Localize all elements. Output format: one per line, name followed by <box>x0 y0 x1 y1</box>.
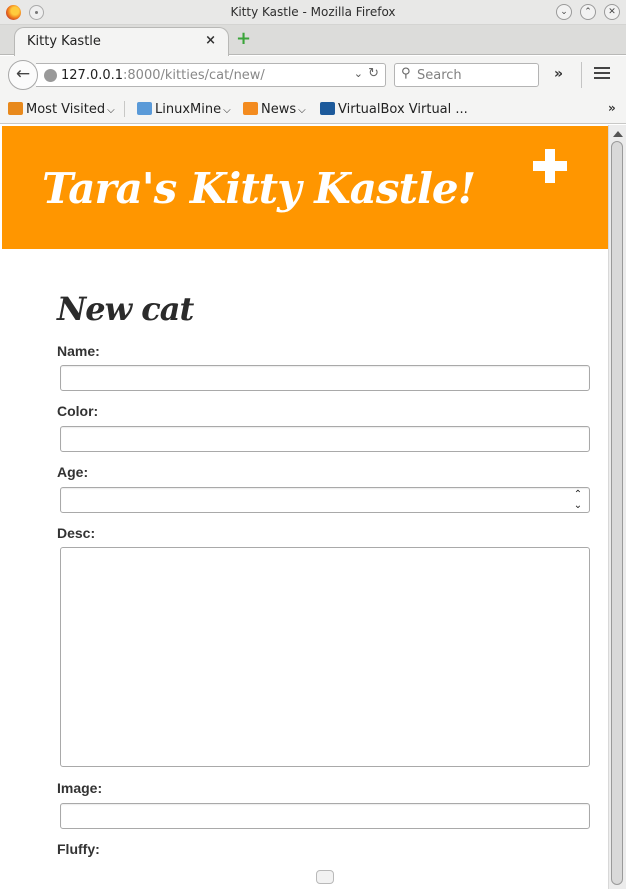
tab-kitty-kastle[interactable]: Kitty Kastle × <box>14 27 229 56</box>
chevron-down-icon: ⌵ <box>223 105 231 116</box>
tab-bar: Kitty Kastle × + <box>0 25 626 56</box>
chevron-down-icon: ⌵ <box>107 105 115 116</box>
bookmark-label: Most Visited <box>26 102 106 117</box>
url-bar[interactable]: 127.0.0.1:8000/kitties/cat/new/ ⌄ ↻ <box>36 63 386 87</box>
image-label: Image: <box>57 780 103 796</box>
url-host: 127.0.0.1 <box>61 68 124 83</box>
bookmark-separator <box>124 101 125 117</box>
search-input[interactable] <box>417 66 532 84</box>
window-titlebar: Kitty Kastle - Mozilla Firefox ⌄ ⌃ ✕ <box>0 0 626 25</box>
age-field-wrapper: ⌃ ⌄ <box>60 487 590 513</box>
fluffy-label: Fluffy: <box>57 841 100 857</box>
scroll-up-icon[interactable] <box>613 131 623 137</box>
back-button[interactable]: ← <box>8 60 38 90</box>
tab-label: Kitty Kastle <box>27 34 101 49</box>
site-identity-icon[interactable] <box>44 69 57 82</box>
url-path: :8000/kitties/cat/new/ <box>123 68 265 83</box>
desc-label: Desc: <box>57 525 96 541</box>
site-title[interactable]: Tara's Kitty Kastle! <box>42 164 476 213</box>
color-field-wrapper <box>60 426 590 452</box>
close-window-icon[interactable]: ✕ <box>604 4 620 20</box>
search-icon[interactable]: ⚲ <box>401 66 411 81</box>
search-bar[interactable]: ⚲ <box>394 63 539 87</box>
reload-icon[interactable]: ↻ <box>368 66 379 81</box>
desc-field[interactable] <box>61 548 589 766</box>
bookmark-most-visited[interactable]: Most Visited ⌵ <box>8 102 115 117</box>
url-text[interactable]: 127.0.0.1:8000/kitties/cat/new/ <box>61 68 265 83</box>
fluffy-checkbox[interactable] <box>316 870 334 884</box>
new-tab-icon[interactable]: + <box>236 30 251 48</box>
age-stepper-icon[interactable]: ⌃ ⌄ <box>572 489 584 511</box>
toolbar-overflow-icon[interactable]: » <box>554 66 563 82</box>
page-viewport: Tara's Kitty Kastle! New cat Name: Color… <box>0 125 608 889</box>
url-history-dropdown-icon[interactable]: ⌄ <box>354 67 363 80</box>
vertical-scrollbar[interactable] <box>608 125 626 889</box>
chevron-down-icon: ⌵ <box>298 105 306 116</box>
plus-icon[interactable] <box>533 149 567 183</box>
image-field[interactable] <box>61 804 589 828</box>
virtualbox-icon <box>320 102 335 115</box>
bookmark-virtualbox[interactable]: VirtualBox Virtual ... <box>320 102 468 117</box>
maximize-icon[interactable]: ⌃ <box>580 4 596 20</box>
navigation-toolbar: 127.0.0.1:8000/kitties/cat/new/ ⌄ ↻ ← ⚲ … <box>0 56 626 94</box>
bookmark-news[interactable]: News ⌵ <box>243 102 306 117</box>
folder-icon <box>137 102 152 115</box>
color-field[interactable] <box>61 427 589 451</box>
name-field-wrapper <box>60 365 590 391</box>
bookmarks-toolbar: Most Visited ⌵ LinuxMine ⌵ News ⌵ VirtualBo… <box>0 94 626 124</box>
desc-field-wrapper <box>60 547 590 767</box>
name-label: Name: <box>57 343 100 359</box>
site-header: Tara's Kitty Kastle! <box>2 126 608 249</box>
bookmark-linuxmine[interactable]: LinuxMine ⌵ <box>137 102 231 117</box>
hamburger-menu-icon[interactable] <box>594 67 610 81</box>
bookmark-label: News <box>261 102 297 117</box>
image-field-wrapper <box>60 803 590 829</box>
age-label: Age: <box>57 464 89 480</box>
most-visited-icon <box>8 102 23 115</box>
age-field[interactable] <box>61 488 589 512</box>
rss-feed-icon <box>243 102 258 115</box>
page-title: New cat <box>57 290 194 328</box>
scrollbar-thumb[interactable] <box>611 141 623 885</box>
bookmark-label: VirtualBox Virtual ... <box>338 102 468 117</box>
window-title: Kitty Kastle - Mozilla Firefox <box>230 5 396 19</box>
bookmark-label: LinuxMine <box>155 102 222 117</box>
name-field[interactable] <box>61 366 589 390</box>
color-label: Color: <box>57 403 99 419</box>
tab-close-icon[interactable]: × <box>205 33 216 48</box>
bookmarks-overflow-icon[interactable]: » <box>608 101 616 115</box>
toolbar-separator <box>581 62 582 88</box>
minimize-icon[interactable]: ⌄ <box>556 4 572 20</box>
